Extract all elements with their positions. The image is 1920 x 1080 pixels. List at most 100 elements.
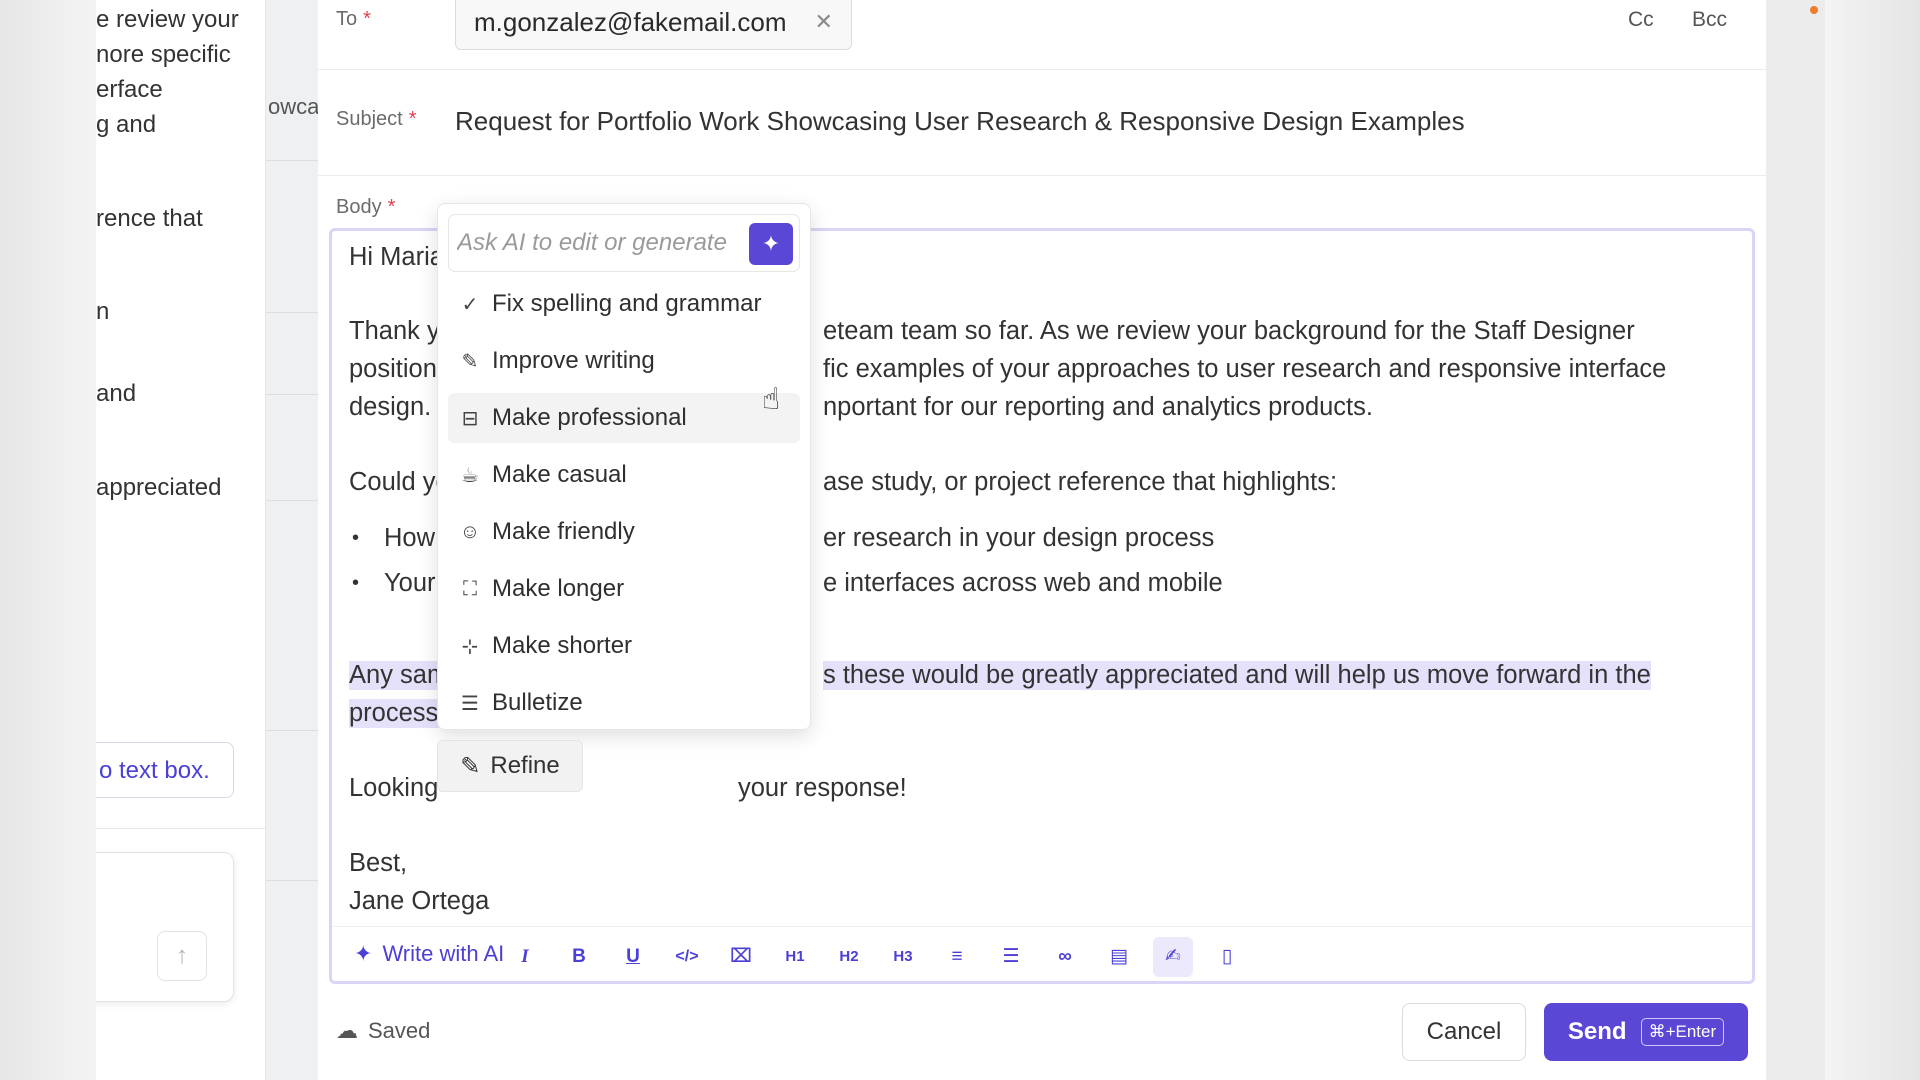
- background-text: owca: [268, 94, 318, 119]
- panel-text-line: g and: [96, 111, 157, 138]
- bullet-item: e interfaces across web and mobile: [823, 569, 1223, 597]
- body-line: nportant for our reporting and analytics…: [823, 393, 1373, 421]
- bullet-marker: •: [352, 527, 360, 549]
- body-line: eteam team so far. As we review your bac…: [823, 317, 1635, 345]
- divider: [266, 394, 318, 395]
- cloud-check-icon: ☁: [336, 1018, 358, 1043]
- heading2-button[interactable]: H2: [829, 937, 869, 977]
- divider: [266, 160, 318, 161]
- bullet-item: er research in your design process: [823, 524, 1215, 552]
- send-button[interactable]: Send ⌘+Enter: [1544, 1003, 1748, 1061]
- selected-text: process.: [349, 699, 446, 728]
- remove-recipient-icon[interactable]: ✕: [815, 9, 833, 35]
- pencil-icon: ✎: [461, 350, 479, 373]
- subject-label: Subject *: [336, 108, 417, 130]
- coffee-icon: ☕: [461, 464, 479, 487]
- window-frame-right: [1825, 0, 1920, 1080]
- body-line: position,: [349, 355, 444, 383]
- list-icon: ☰: [461, 692, 479, 715]
- body-line: ase study, or project reference that hig…: [823, 468, 1338, 496]
- menu-item-make-professional[interactable]: ⊟ Make professional: [448, 393, 800, 443]
- body-signoff: Best,: [349, 849, 408, 877]
- panel-text-line: e review your: [96, 6, 239, 33]
- body-line: Looking: [349, 774, 439, 802]
- underline-button[interactable]: U: [613, 937, 653, 977]
- hand-cursor-icon: ☝: [762, 383, 781, 416]
- menu-item-make-longer[interactable]: ⛶ Make longer: [448, 564, 800, 614]
- italic-button[interactable]: I: [505, 937, 545, 977]
- menu-item-label: Make friendly: [492, 518, 635, 545]
- menu-item-make-friendly[interactable]: ☺ Make friendly: [448, 507, 800, 557]
- ai-prompt-field[interactable]: ✦: [448, 214, 800, 272]
- menu-item-label: Make shorter: [492, 632, 633, 659]
- heading1-button[interactable]: H1: [775, 937, 815, 977]
- menu-item-bulletize[interactable]: ☰ Bulletize: [448, 678, 800, 728]
- link-icon[interactable]: ∞: [1045, 937, 1085, 977]
- menu-item-label: Fix spelling and grammar: [492, 290, 762, 317]
- body-signature: Jane Ortega: [349, 887, 490, 915]
- menu-item-fix-spelling[interactable]: ✓ Fix spelling and grammar: [448, 279, 800, 329]
- document-icon[interactable]: ▯: [1207, 937, 1247, 977]
- body-line: fic examples of your approaches to user …: [823, 355, 1667, 383]
- panel-text-line: rence that: [96, 205, 203, 232]
- to-row: To * m.gonzalez@fakemail.com ✕ Cc Bcc: [318, 0, 1766, 70]
- saved-status: ☁ Saved: [336, 1018, 430, 1044]
- left-assistant-panel: e review your nore specific erface g and…: [96, 0, 266, 1080]
- divider: [266, 730, 318, 731]
- refine-label: Refine: [490, 752, 560, 779]
- send-arrow-up-icon[interactable]: ↑: [157, 931, 207, 981]
- ai-generate-sparkle-icon[interactable]: ✦: [749, 223, 793, 265]
- menu-item-label: Bulletize: [492, 689, 583, 716]
- ordered-list-icon[interactable]: ≡: [937, 937, 977, 977]
- cancel-button[interactable]: Cancel: [1402, 1003, 1526, 1061]
- subject-field[interactable]: Request for Portfolio Work Showcasing Us…: [455, 106, 1465, 137]
- divider: [266, 312, 318, 313]
- menu-item-label: Improve writing: [492, 347, 655, 374]
- formatting-toolbar: ✦ Write with AI I B U </> ⌧ H1 H2 H3 ≡ ☰…: [332, 926, 1752, 984]
- panel-divider: [96, 828, 265, 829]
- recipient-email: m.gonzalez@fakemail.com: [474, 6, 787, 37]
- ai-prompt-input[interactable]: [457, 221, 747, 265]
- menu-item-label: Make longer: [492, 575, 625, 602]
- background-page-strip: owca: [266, 0, 318, 1080]
- bcc-button[interactable]: Bcc: [1692, 8, 1727, 32]
- code-button[interactable]: </>: [667, 937, 707, 977]
- refine-button[interactable]: ✎ Refine: [437, 740, 583, 792]
- panel-text-line: and: [96, 380, 137, 407]
- magic-wand-icon: ✎: [460, 752, 481, 780]
- menu-item-make-shorter[interactable]: ⊹ Make shorter: [448, 621, 800, 671]
- bullet-list-icon[interactable]: ☰: [991, 937, 1031, 977]
- insert-to-textbox-button[interactable]: o text box.: [96, 742, 234, 798]
- menu-item-make-casual[interactable]: ☕ Make casual: [448, 450, 800, 500]
- smile-icon: ☺: [459, 520, 481, 543]
- send-label: Send: [1567, 1018, 1627, 1045]
- heading3-button[interactable]: H3: [883, 937, 923, 977]
- recipient-chip[interactable]: m.gonzalez@fakemail.com ✕: [455, 0, 852, 50]
- body-line: Could yo: [349, 468, 450, 496]
- window-frame-left: [0, 0, 96, 1080]
- divider: [266, 500, 318, 501]
- menu-item-label: Make casual: [492, 461, 627, 488]
- signature-icon[interactable]: ✍: [1153, 937, 1193, 977]
- panel-text-line: erface: [96, 76, 163, 103]
- panel-text-line: appreciated: [96, 474, 222, 501]
- body-greeting: Hi Maria: [349, 243, 444, 271]
- body-label: Body *: [336, 196, 396, 218]
- body-line: your response!: [738, 774, 907, 802]
- code-block-icon[interactable]: ⌧: [721, 937, 761, 977]
- selected-text: s these would be greatly appreciated and…: [823, 661, 1651, 690]
- bullet-marker: •: [352, 572, 360, 594]
- menu-item-improve-writing[interactable]: ✎ Improve writing: [448, 336, 800, 386]
- ai-edit-menu: ✦ ✓ Fix spelling and grammar ✎ Improve w…: [437, 203, 811, 730]
- divider: [266, 880, 318, 881]
- write-with-ai-button[interactable]: ✦ Write with AI: [354, 941, 504, 967]
- attach-image-icon[interactable]: ▤: [1099, 937, 1139, 977]
- panel-text-line: nore specific: [96, 41, 231, 68]
- menu-item-label: Make professional: [492, 404, 687, 431]
- cc-button[interactable]: Cc: [1628, 8, 1654, 32]
- checkmark-icon: ✓: [461, 293, 479, 316]
- saved-label: Saved: [368, 1018, 431, 1043]
- bold-button[interactable]: B: [559, 937, 599, 977]
- chat-composer[interactable]: ↑: [96, 852, 234, 1002]
- to-label: To *: [336, 8, 371, 30]
